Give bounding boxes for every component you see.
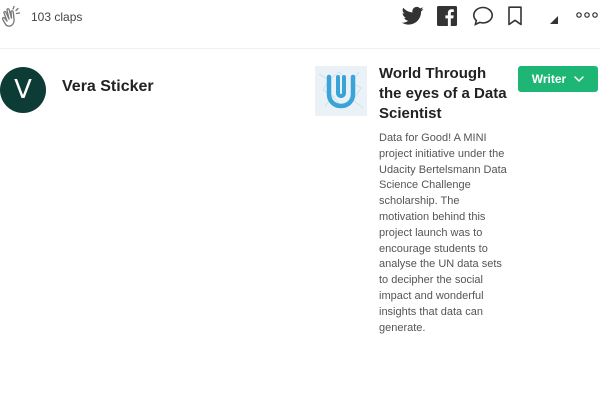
clap-group[interactable]: 103 claps bbox=[0, 4, 82, 30]
clap-icon[interactable] bbox=[0, 4, 26, 30]
writer-button[interactable]: Writer bbox=[518, 66, 598, 92]
clap-count: 103 claps bbox=[31, 10, 83, 24]
action-bar: 103 claps bbox=[0, 0, 600, 34]
more-icon[interactable] bbox=[576, 12, 598, 18]
writer-button-label: Writer bbox=[531, 72, 567, 86]
twitter-icon[interactable] bbox=[402, 6, 424, 26]
comment-icon[interactable] bbox=[472, 6, 494, 26]
publication-title[interactable]: World Through the eyes of a Data Scienti… bbox=[379, 64, 509, 124]
chevron-down-icon bbox=[574, 76, 584, 82]
publication-description: Data for Good! A MINI project initiative… bbox=[379, 132, 507, 334]
bookmark-icon[interactable] bbox=[507, 6, 523, 26]
avatar-initial: V bbox=[14, 75, 32, 105]
publication-logo[interactable] bbox=[315, 66, 367, 116]
author-name[interactable]: Vera Sticker bbox=[62, 78, 154, 96]
author-avatar[interactable]: V bbox=[0, 67, 46, 113]
caret-icon[interactable] bbox=[550, 16, 558, 24]
story-footer: 103 claps V Vera Sticker World Through t… bbox=[0, 0, 600, 400]
divider bbox=[0, 48, 600, 49]
facebook-icon[interactable] bbox=[437, 6, 457, 26]
